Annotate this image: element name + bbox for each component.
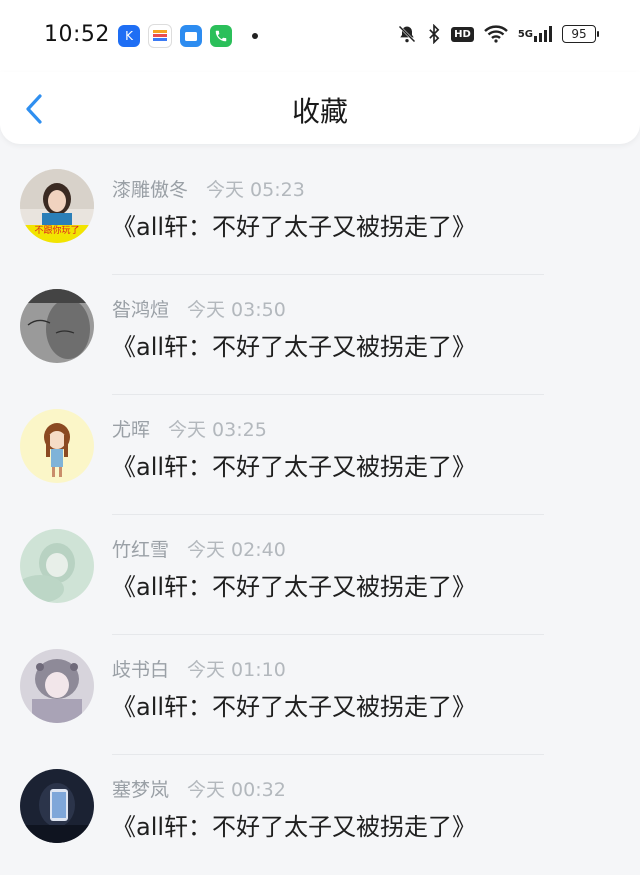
favorite-title[interactable]: 《all轩：不好了太子又被拐走了》	[112, 687, 476, 722]
list-item[interactable]: 竹红雪 今天 02:40 《all轩：不好了太子又被拐走了》	[0, 515, 640, 635]
item-meta: 竹红雪 今天 02:40	[112, 535, 286, 562]
favorite-title[interactable]: 《all轩：不好了太子又被拐走了》	[112, 207, 476, 242]
status-bar: 10:52 K HD 5G 95	[0, 0, 640, 72]
timestamp: 今天 05:23	[206, 179, 305, 201]
page-title: 收藏	[291, 95, 348, 128]
favorite-title[interactable]: 《all轩：不好了太子又被拐走了》	[112, 447, 476, 482]
wallet-icon	[148, 24, 172, 48]
timestamp: 今天 01:10	[187, 659, 286, 681]
avatar[interactable]: 不跟你玩了	[20, 169, 94, 243]
favorite-title[interactable]: 《all轩：不好了太子又被拐走了》	[112, 807, 476, 842]
avatar[interactable]	[20, 409, 94, 483]
author-name[interactable]: 竹红雪	[112, 539, 169, 561]
wifi-icon	[484, 25, 508, 43]
avatar[interactable]	[20, 649, 94, 723]
favorite-title[interactable]: 《all轩：不好了太子又被拐走了》	[112, 327, 476, 362]
item-meta: 歧书白 今天 01:10	[112, 655, 286, 682]
cellular-5g-icon: 5G	[518, 26, 552, 42]
favorites-list: 不跟你玩了 漆雕傲冬 今天 05:23 《all轩：不好了太子又被拐走了》 昝鸿煊…	[0, 155, 640, 875]
list-item[interactable]: 昝鸿煊 今天 03:50 《all轩：不好了太子又被拐走了》	[0, 275, 640, 395]
timestamp: 今天 00:32	[187, 779, 286, 801]
battery-indicator: 95	[562, 25, 599, 43]
timestamp: 今天 02:40	[187, 539, 286, 561]
notification-app-icons: K	[118, 24, 258, 48]
author-name[interactable]: 昝鸿煊	[112, 299, 169, 321]
nav-bar: 收藏	[0, 72, 640, 144]
author-name[interactable]: 尤晖	[112, 419, 150, 441]
list-item[interactable]: 歧书白 今天 01:10 《all轩：不好了太子又被拐走了》	[0, 635, 640, 755]
kuaishou-icon: K	[118, 25, 140, 47]
favorite-title[interactable]: 《all轩：不好了太子又被拐走了》	[112, 567, 476, 602]
system-status-icons: HD 5G 95	[397, 24, 599, 44]
author-name[interactable]: 塞梦岚	[112, 779, 169, 801]
status-time: 10:52	[44, 22, 110, 47]
author-name[interactable]: 歧书白	[112, 659, 169, 681]
avatar[interactable]	[20, 529, 94, 603]
list-item[interactable]: 塞梦岚 今天 00:32 《all轩：不好了太子又被拐走了》	[0, 755, 640, 875]
timestamp: 今天 03:50	[187, 299, 286, 321]
item-meta: 昝鸿煊 今天 03:50	[112, 295, 286, 322]
item-meta: 尤晖 今天 03:25	[112, 415, 267, 442]
avatar-caption: 不跟你玩了	[34, 226, 80, 236]
avatar[interactable]	[20, 289, 94, 363]
item-meta: 塞梦岚 今天 00:32	[112, 775, 286, 802]
phone-icon	[210, 25, 232, 47]
list-item[interactable]: 尤晖 今天 03:25 《all轩：不好了太子又被拐走了》	[0, 395, 640, 515]
timestamp: 今天 03:25	[168, 419, 267, 441]
more-notifications-dot	[252, 33, 258, 39]
bluetooth-icon	[427, 24, 441, 44]
item-meta: 漆雕傲冬 今天 05:23	[112, 175, 305, 202]
author-name[interactable]: 漆雕傲冬	[112, 179, 188, 201]
list-item[interactable]: 不跟你玩了 漆雕傲冬 今天 05:23 《all轩：不好了太子又被拐走了》	[0, 155, 640, 275]
files-icon	[180, 25, 202, 47]
mute-bell-icon	[397, 24, 417, 44]
hd-icon: HD	[451, 26, 474, 42]
avatar[interactable]	[20, 769, 94, 843]
